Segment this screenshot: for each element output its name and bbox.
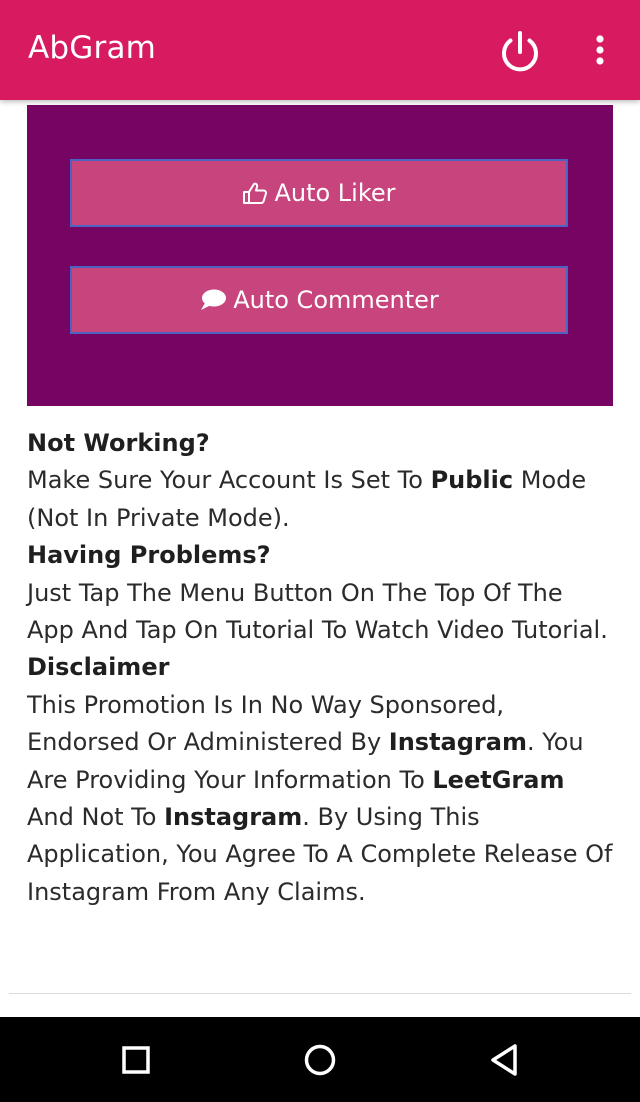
circle-home-icon bbox=[304, 1044, 336, 1076]
having-problems-heading: Having Problems? bbox=[27, 541, 271, 570]
power-icon bbox=[502, 31, 538, 72]
square-recents-icon bbox=[122, 1046, 150, 1074]
disclaimer-text: This Promotion Is In No Way Sponsored, E… bbox=[27, 690, 613, 906]
app-bar: AbGram bbox=[0, 0, 640, 100]
overflow-menu-button[interactable] bbox=[586, 28, 614, 76]
home-button[interactable] bbox=[297, 1037, 343, 1083]
system-nav-bar bbox=[0, 1017, 640, 1102]
auto-commenter-button[interactable]: Auto Commenter bbox=[70, 266, 568, 334]
thumbs-up-icon bbox=[242, 181, 268, 205]
auto-liker-button[interactable]: Auto Liker bbox=[70, 159, 568, 227]
auto-commenter-label: Auto Commenter bbox=[233, 286, 439, 314]
not-working-heading: Not Working? bbox=[27, 429, 210, 457]
actions-panel: Auto Liker Auto Commenter bbox=[27, 105, 613, 406]
auto-liker-label: Auto Liker bbox=[274, 179, 396, 207]
not-working-text: Make Sure Your Account Is Set To Public … bbox=[27, 466, 587, 532]
having-problems-text: Just Tap The Menu Button On The Top Of T… bbox=[27, 578, 608, 645]
divider bbox=[9, 993, 631, 994]
info-section: Not Working? Make Sure Your Account Is S… bbox=[27, 425, 617, 911]
triangle-back-icon bbox=[491, 1044, 517, 1076]
back-button[interactable] bbox=[484, 1037, 530, 1083]
recents-button[interactable] bbox=[113, 1037, 159, 1083]
power-button[interactable] bbox=[496, 28, 544, 76]
more-vert-icon bbox=[596, 35, 604, 65]
app-title: AbGram bbox=[28, 30, 157, 66]
disclaimer-heading: Disclaimer bbox=[27, 653, 170, 682]
comment-bubble-icon bbox=[199, 288, 227, 312]
